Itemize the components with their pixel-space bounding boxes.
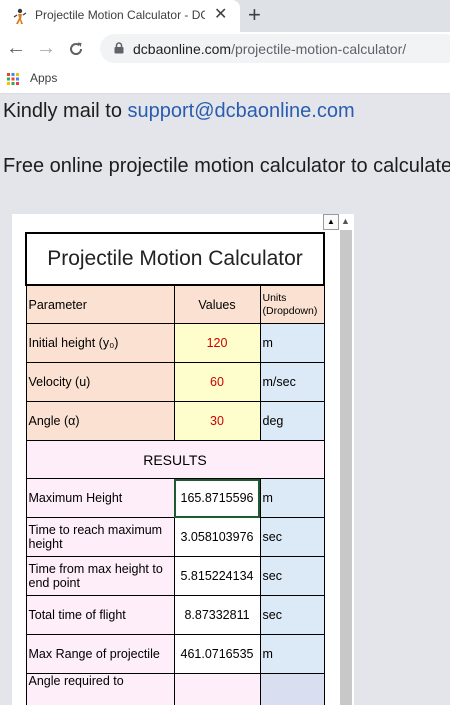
- result-value[interactable]: 461.0716535: [173, 634, 261, 674]
- site-favicon-icon: [13, 8, 27, 24]
- apps-grid-icon[interactable]: [7, 73, 19, 85]
- result-label: Maximum Height: [25, 478, 175, 518]
- page-scroll-up-icon[interactable]: ▲: [341, 216, 350, 226]
- header-units-line2: (Dropdown): [262, 304, 318, 317]
- result-label: Total time of flight: [25, 595, 175, 635]
- intro-text: Free online projectile motion calculator…: [3, 155, 450, 177]
- results-heading: RESULTS: [25, 440, 325, 479]
- frame-scroll-up-icon[interactable]: ▲: [323, 214, 339, 230]
- mail-prefix: Kindly mail to: [3, 100, 128, 122]
- input-label: Velocity (u): [25, 362, 175, 402]
- back-arrow-icon[interactable]: ←: [6, 36, 26, 60]
- close-tab-icon[interactable]: ✕: [214, 5, 227, 25]
- apps-bookmark[interactable]: Apps: [30, 71, 57, 85]
- header-units-line1: Units: [262, 291, 287, 304]
- result-unit-dropdown[interactable]: sec: [259, 595, 325, 635]
- initial-height-input[interactable]: 120: [173, 323, 261, 363]
- url-host: dcbaonline.com: [133, 41, 232, 57]
- angle-unit-dropdown[interactable]: deg: [259, 401, 325, 441]
- result-label: Time to reach maximum height: [25, 517, 175, 557]
- result-unit-dropdown[interactable]: sec: [259, 517, 325, 557]
- result-row: Max Range of projectile 461.0716535 m: [25, 634, 325, 674]
- result-row: Time from max height to end point 5.8152…: [25, 556, 325, 596]
- input-row: Angle (α) 30 deg: [25, 401, 325, 441]
- tab-title: Projectile Motion Calculator - DC: [35, 8, 205, 22]
- page-scrollbar[interactable]: [340, 230, 352, 705]
- result-row: Total time of flight 8.87332811 sec: [25, 595, 325, 635]
- angle-input[interactable]: 30: [173, 401, 261, 441]
- result-value[interactable]: 5.815224134: [173, 556, 261, 596]
- support-email-link[interactable]: support@dcbaonline.com: [128, 100, 355, 122]
- result-unit-dropdown[interactable]: [259, 673, 325, 705]
- header-units: Units (Dropdown): [259, 284, 325, 324]
- calculator-table: Projectile Motion Calculator Parameter V…: [25, 232, 325, 705]
- header-parameter: Parameter: [25, 284, 175, 324]
- result-label: Max Range of projectile: [25, 634, 175, 674]
- result-label: Angle required to: [25, 673, 175, 705]
- new-tab-plus-icon[interactable]: +: [248, 3, 261, 27]
- calculator-frame: Projectile Motion Calculator Parameter V…: [12, 214, 354, 705]
- result-value[interactable]: [173, 673, 261, 705]
- result-row: Time to reach maximum height 3.058103976…: [25, 517, 325, 557]
- input-label: Angle (α): [25, 401, 175, 441]
- reload-icon[interactable]: [67, 40, 85, 58]
- calculator-title: Projectile Motion Calculator: [25, 232, 325, 286]
- url-text: dcbaonline.com/projectile-motion-calcula…: [133, 41, 406, 57]
- input-row: Initial height (y₀) 120 m: [25, 323, 325, 363]
- input-row: Velocity (u) 60 m/sec: [25, 362, 325, 402]
- forward-arrow-icon[interactable]: →: [36, 36, 56, 60]
- result-value[interactable]: 8.87332811: [173, 595, 261, 635]
- input-label: Initial height (y₀): [25, 323, 175, 363]
- url-path: /projectile-motion-calculator/: [231, 41, 407, 57]
- page-content: Kindly mail to support@dcbaonline.com Fr…: [0, 94, 450, 705]
- mail-line: Kindly mail to support@dcbaonline.com: [3, 100, 355, 123]
- browser-toolbar: ← → dcbaonline.com/projectile-motion-cal…: [0, 32, 450, 65]
- result-value[interactable]: 165.8715596: [173, 478, 261, 518]
- result-row: Maximum Height 165.8715596 m: [25, 478, 325, 518]
- initial-height-unit-dropdown[interactable]: m: [259, 323, 325, 363]
- lock-icon: [114, 42, 124, 54]
- header-values: Values: [173, 284, 261, 324]
- result-unit-dropdown[interactable]: m: [259, 634, 325, 674]
- result-label: Time from max height to end point: [25, 556, 175, 596]
- address-bar[interactable]: dcbaonline.com/projectile-motion-calcula…: [100, 34, 450, 63]
- velocity-unit-dropdown[interactable]: m/sec: [259, 362, 325, 402]
- result-unit-dropdown[interactable]: m: [259, 478, 325, 518]
- velocity-input[interactable]: 60: [173, 362, 261, 402]
- result-row: Angle required to: [25, 673, 325, 705]
- tab-bar: Projectile Motion Calculator - DC ✕ +: [0, 0, 450, 32]
- bookmarks-bar: Apps: [0, 65, 450, 94]
- browser-tab[interactable]: Projectile Motion Calculator - DC ✕: [0, 0, 240, 32]
- result-value[interactable]: 3.058103976: [173, 517, 261, 557]
- result-unit-dropdown[interactable]: sec: [259, 556, 325, 596]
